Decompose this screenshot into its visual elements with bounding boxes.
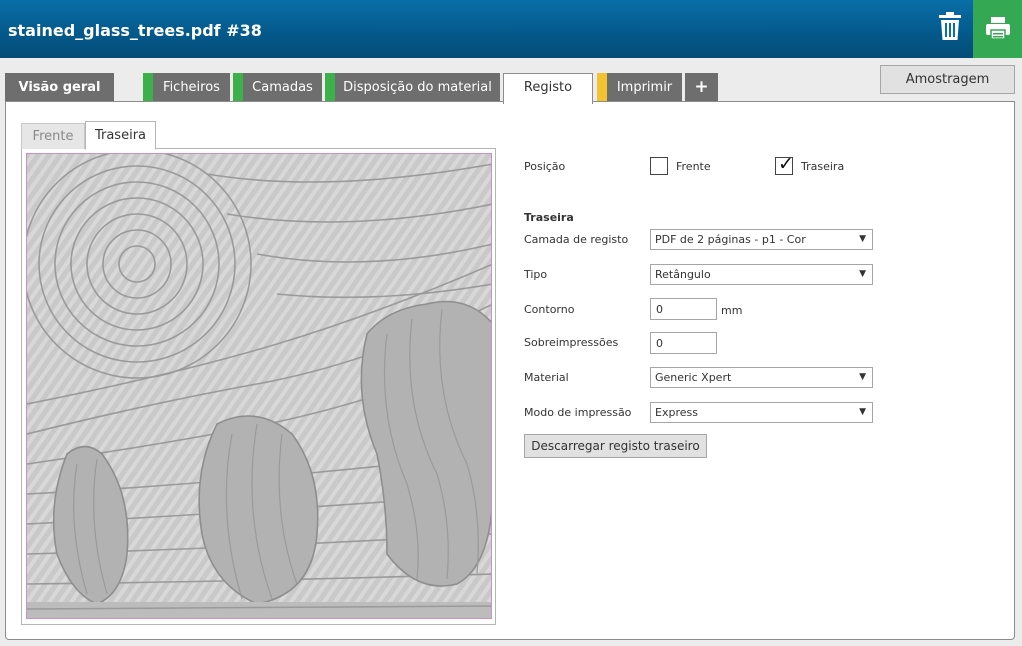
overprint-label: Sobreimpressões (524, 336, 619, 349)
sample-button[interactable]: Amostragem (880, 65, 1015, 94)
print-mode-select-value: Express (655, 406, 698, 419)
layer-select-value: PDF de 2 páginas - p1 - Cor (655, 233, 806, 246)
preview-frame (21, 148, 496, 625)
job-title: stained_glass_trees.pdf #38 (8, 21, 262, 40)
checkmark-icon: ✓ (778, 153, 794, 175)
section-title: Traseira (524, 211, 574, 224)
type-select[interactable]: Retângulo ▼ (650, 264, 873, 285)
printer-icon (986, 17, 1010, 40)
back-checkbox-label: Traseira (801, 160, 845, 173)
app-header: stained_glass_trees.pdf #38 (0, 0, 1022, 58)
print-button[interactable] (973, 0, 1022, 58)
dropdown-arrow-icon: ▼ (859, 407, 866, 417)
material-label: Material (524, 371, 569, 384)
status-flag (233, 73, 243, 102)
stained-glass-artwork (27, 154, 491, 618)
contour-label: Contorno (524, 303, 575, 316)
contour-input[interactable] (650, 298, 717, 320)
print-mode-label: Modo de impressão (524, 406, 632, 419)
plus-icon: + (694, 77, 709, 97)
front-checkbox[interactable] (650, 157, 668, 175)
side-tab-front[interactable]: Frente (21, 123, 85, 149)
type-label: Tipo (524, 268, 548, 281)
back-checkbox[interactable]: ✓ (775, 153, 794, 175)
tab-material-layout[interactable]: Disposição do material (325, 73, 500, 102)
tab-files[interactable]: Ficheiros (143, 73, 230, 102)
layer-label: Camada de registo (524, 233, 629, 246)
tab-layers[interactable]: Camadas (233, 73, 322, 102)
dropdown-arrow-icon: ▼ (859, 269, 866, 279)
material-select[interactable]: Generic Xpert ▼ (650, 367, 873, 388)
material-select-value: Generic Xpert (655, 371, 732, 384)
dropdown-arrow-icon: ▼ (859, 234, 866, 244)
overprint-input[interactable] (650, 332, 717, 354)
layer-select[interactable]: PDF de 2 páginas - p1 - Cor ▼ (650, 229, 873, 250)
side-tab-back[interactable]: Traseira (85, 121, 156, 150)
status-flag (143, 73, 153, 102)
add-tab-button[interactable]: + (685, 73, 718, 102)
tab-registration[interactable]: Registo (503, 73, 593, 104)
download-back-registration-button[interactable]: Descarregar registo traseiro (524, 434, 707, 458)
trash-icon[interactable] (937, 12, 963, 42)
tab-overview[interactable]: Visão geral (5, 73, 114, 102)
status-flag (325, 73, 335, 102)
status-flag (597, 73, 607, 102)
print-mode-select[interactable]: Express ▼ (650, 402, 873, 423)
page-preview (26, 153, 492, 619)
position-label: Posição (524, 160, 566, 173)
tab-print[interactable]: Imprimir (597, 73, 682, 102)
front-checkbox-label: Frente (676, 160, 711, 173)
dropdown-arrow-icon: ▼ (859, 372, 866, 382)
type-select-value: Retângulo (655, 268, 711, 281)
contour-unit: mm (721, 304, 743, 317)
